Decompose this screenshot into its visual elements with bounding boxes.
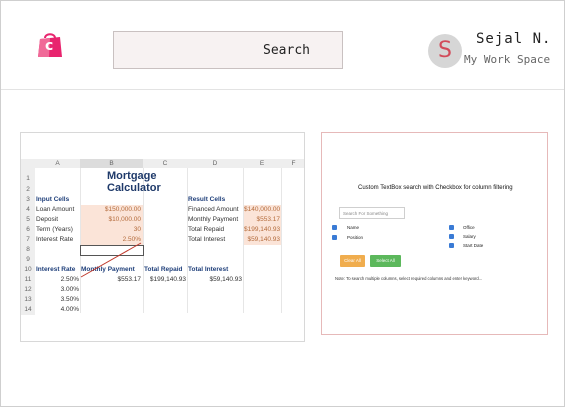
checkbox-label: Office: [463, 225, 475, 230]
page-frame: c Search S Sejal N. My Work Space A B C …: [0, 0, 565, 407]
filter-note: Note: To search multiple columns, select…: [335, 276, 483, 281]
clear-all-button[interactable]: Clear All: [340, 255, 365, 267]
checkbox-label: Position: [347, 235, 364, 240]
checkbox-position[interactable]: [332, 235, 337, 240]
checkbox-office[interactable]: [449, 225, 454, 230]
workspace-label[interactable]: My Work Space: [464, 53, 550, 66]
search-label: Search: [263, 43, 310, 58]
mortgage-calculator-card[interactable]: A B C D E F 1 2 3 4 5 6 7 8 9 10 11 12 1…: [20, 132, 305, 342]
checkbox-start-date[interactable]: [449, 243, 454, 248]
checkbox-name[interactable]: [332, 225, 337, 230]
user-name: Sejal N.: [476, 31, 552, 47]
logo-letter: c: [45, 38, 54, 54]
checkbox-label: Start Date: [463, 243, 484, 248]
checkbox-label: Salary: [463, 234, 476, 239]
filter-title: Custom TextBox search with Checkbox for …: [358, 185, 513, 191]
avatar[interactable]: S: [428, 34, 462, 68]
arrow-annotation: [80, 242, 142, 278]
select-all-button[interactable]: Select All: [370, 255, 401, 267]
checkbox-filter-card[interactable]: Custom TextBox search with Checkbox for …: [321, 132, 548, 335]
shopping-bag-logo-icon[interactable]: c: [37, 31, 63, 59]
checkbox-label: Name: [347, 225, 360, 230]
header-divider: [1, 89, 564, 90]
search-box[interactable]: Search: [113, 31, 343, 69]
filter-search-input[interactable]: Search For Something: [339, 207, 405, 219]
checkbox-salary[interactable]: [449, 234, 454, 239]
